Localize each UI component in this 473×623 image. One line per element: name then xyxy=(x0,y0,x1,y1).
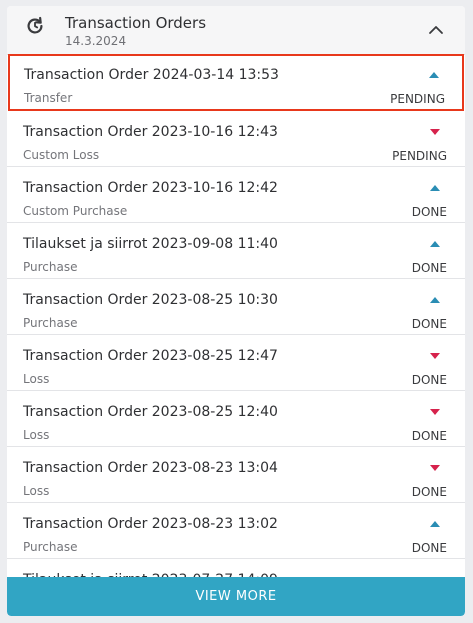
order-row[interactable]: Transaction Order 2023-08-25 12:47 Loss DO… xyxy=(7,335,465,391)
arrow-up-icon xyxy=(430,241,440,247)
order-row[interactable]: Transaction Order 2023-08-23 13:04 Loss DO… xyxy=(7,447,465,503)
view-more-button[interactable]: VIEW MORE xyxy=(7,577,465,616)
order-title: Transaction Order 2023-08-25 12:47 xyxy=(23,348,278,364)
panel-date: 14.3.2024 xyxy=(65,34,127,48)
arrow-up-icon xyxy=(430,185,440,191)
arrow-up-icon xyxy=(430,297,440,303)
transaction-orders-panel: Transaction Orders 14.3.2024 Transaction… xyxy=(7,6,465,616)
order-type: Loss xyxy=(23,428,50,442)
chevron-up-icon[interactable] xyxy=(426,20,446,40)
arrow-up-icon xyxy=(429,72,439,78)
order-status: DONE xyxy=(411,317,447,331)
order-status: DONE xyxy=(411,485,447,499)
arrow-up-icon xyxy=(430,521,440,527)
order-row[interactable]: Transaction Order 2023-08-25 10:30 Purcha… xyxy=(7,279,465,335)
refresh-icon[interactable] xyxy=(24,15,46,37)
order-row[interactable]: Transaction Order 2024-03-14 13:53 Transf… xyxy=(8,54,464,111)
order-type: Purchase xyxy=(23,540,78,554)
order-title: Transaction Order 2023-08-23 13:04 xyxy=(23,460,278,476)
order-row[interactable]: Tilaukset ja siirrot 2023-09-08 11:40 Pur… xyxy=(7,223,465,279)
order-row[interactable]: Transaction Order 2023-08-25 12:40 Loss DO… xyxy=(7,391,465,447)
order-title: Transaction Order 2023-08-25 12:40 xyxy=(23,404,278,420)
orders-list: Transaction Order 2024-03-14 13:53 Transf… xyxy=(7,54,465,578)
order-title: Transaction Order 2023-08-25 10:30 xyxy=(23,292,278,308)
order-title: Transaction Order 2023-08-23 13:02 xyxy=(23,516,278,532)
order-status: DONE xyxy=(411,205,447,219)
order-status: DONE xyxy=(411,373,447,387)
order-title: Transaction Order 2023-10-16 12:42 xyxy=(23,180,278,196)
order-title: Tilaukset ja siirrot 2023-09-08 11:40 xyxy=(23,236,278,252)
order-status: DONE xyxy=(411,261,447,275)
order-status: DONE xyxy=(411,429,447,443)
order-row[interactable]: Transaction Order 2023-08-23 13:02 Purcha… xyxy=(7,503,465,559)
order-title: Transaction Order 2024-03-14 13:53 xyxy=(24,67,279,83)
order-type: Custom Loss xyxy=(23,148,100,162)
order-title: Transaction Order 2023-10-16 12:43 xyxy=(23,124,278,140)
arrow-down-icon xyxy=(430,129,440,135)
order-type: Loss xyxy=(23,484,50,498)
order-status: DONE xyxy=(411,541,447,555)
panel-title: Transaction Orders xyxy=(65,14,207,32)
order-type: Loss xyxy=(23,372,50,386)
order-type: Purchase xyxy=(23,260,78,274)
order-type: Transfer xyxy=(24,91,73,105)
order-status: PENDING xyxy=(390,92,445,106)
arrow-down-icon xyxy=(430,409,440,415)
arrow-down-icon xyxy=(430,353,440,359)
arrow-down-icon xyxy=(430,465,440,471)
order-type: Custom Purchase xyxy=(23,204,128,218)
panel-header: Transaction Orders 14.3.2024 xyxy=(7,6,465,55)
order-type: Purchase xyxy=(23,316,78,330)
order-row[interactable]: Transaction Order 2023-10-16 12:43 Custom… xyxy=(7,111,465,167)
order-status: PENDING xyxy=(392,149,447,163)
order-row[interactable]: Tilaukset ja siirrot 2023-07-27 14:09 xyxy=(7,559,465,578)
order-row[interactable]: Transaction Order 2023-10-16 12:42 Custom… xyxy=(7,167,465,223)
